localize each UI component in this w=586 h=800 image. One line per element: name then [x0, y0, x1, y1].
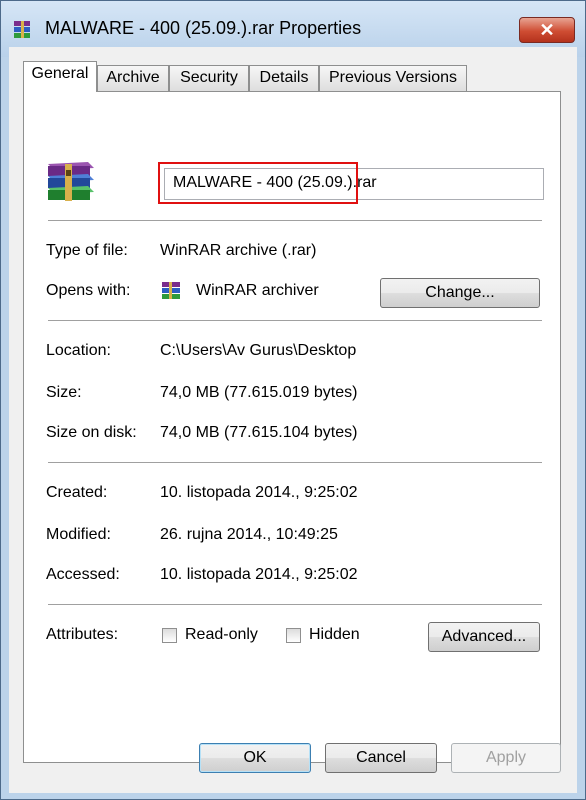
- readonly-checkbox[interactable]: [162, 628, 177, 643]
- readonly-label[interactable]: Read-only: [185, 626, 258, 644]
- separator: [48, 462, 542, 463]
- change-button[interactable]: Change...: [380, 278, 540, 308]
- winrar-archive-icon: [48, 162, 94, 201]
- general-panel: MALWARE - 400 (25.09.).rar Type of file:…: [23, 91, 561, 763]
- window-title: MALWARE - 400 (25.09.).rar Properties: [45, 18, 362, 38]
- location-label: Location:: [46, 342, 111, 359]
- accessed-value: 10. listopada 2014., 9:25:02: [160, 566, 358, 583]
- tab-general[interactable]: General: [23, 61, 97, 92]
- separator: [48, 220, 542, 221]
- size-value: 74,0 MB (77.615.019 bytes): [160, 384, 358, 401]
- size-on-disk-value: 74,0 MB (77.615.104 bytes): [160, 424, 358, 441]
- modified-value: 26. rujna 2014., 10:49:25: [160, 526, 338, 543]
- dialog-client: General Archive Security Details Previou…: [9, 47, 577, 793]
- hidden-label[interactable]: Hidden: [309, 626, 360, 644]
- separator: [48, 320, 542, 321]
- type-label: Type of file:: [46, 242, 128, 259]
- size-label: Size:: [46, 384, 82, 401]
- filename-highlight-annotation: [158, 162, 358, 204]
- type-value: WinRAR archive (.rar): [160, 242, 317, 259]
- ok-button[interactable]: OK: [199, 743, 311, 773]
- winrar-icon: [162, 282, 180, 299]
- location-value: C:\Users\Av Gurus\Desktop: [160, 342, 357, 359]
- modified-label: Modified:: [46, 526, 111, 543]
- opens-with-label: Opens with:: [46, 282, 131, 299]
- opens-with-value: WinRAR archiver: [196, 282, 319, 299]
- apply-button: Apply: [451, 743, 561, 773]
- separator: [48, 604, 542, 605]
- properties-window: MALWARE - 400 (25.09.).rar Properties ✕ …: [0, 0, 586, 800]
- tab-previous-versions[interactable]: Previous Versions: [319, 65, 467, 91]
- tab-security[interactable]: Security: [169, 65, 249, 91]
- tab-archive[interactable]: Archive: [97, 65, 169, 91]
- tab-details[interactable]: Details: [249, 65, 319, 91]
- accessed-label: Accessed:: [46, 566, 120, 583]
- winrar-archive-icon: [14, 21, 30, 38]
- attributes-label: Attributes:: [46, 626, 119, 643]
- created-label: Created:: [46, 484, 108, 501]
- advanced-button[interactable]: Advanced...: [428, 622, 540, 652]
- cancel-button[interactable]: Cancel: [325, 743, 437, 773]
- size-on-disk-label: Size on disk:: [46, 424, 137, 441]
- created-value: 10. listopada 2014., 9:25:02: [160, 484, 358, 501]
- close-button[interactable]: ✕: [519, 17, 575, 43]
- hidden-checkbox[interactable]: [286, 628, 301, 643]
